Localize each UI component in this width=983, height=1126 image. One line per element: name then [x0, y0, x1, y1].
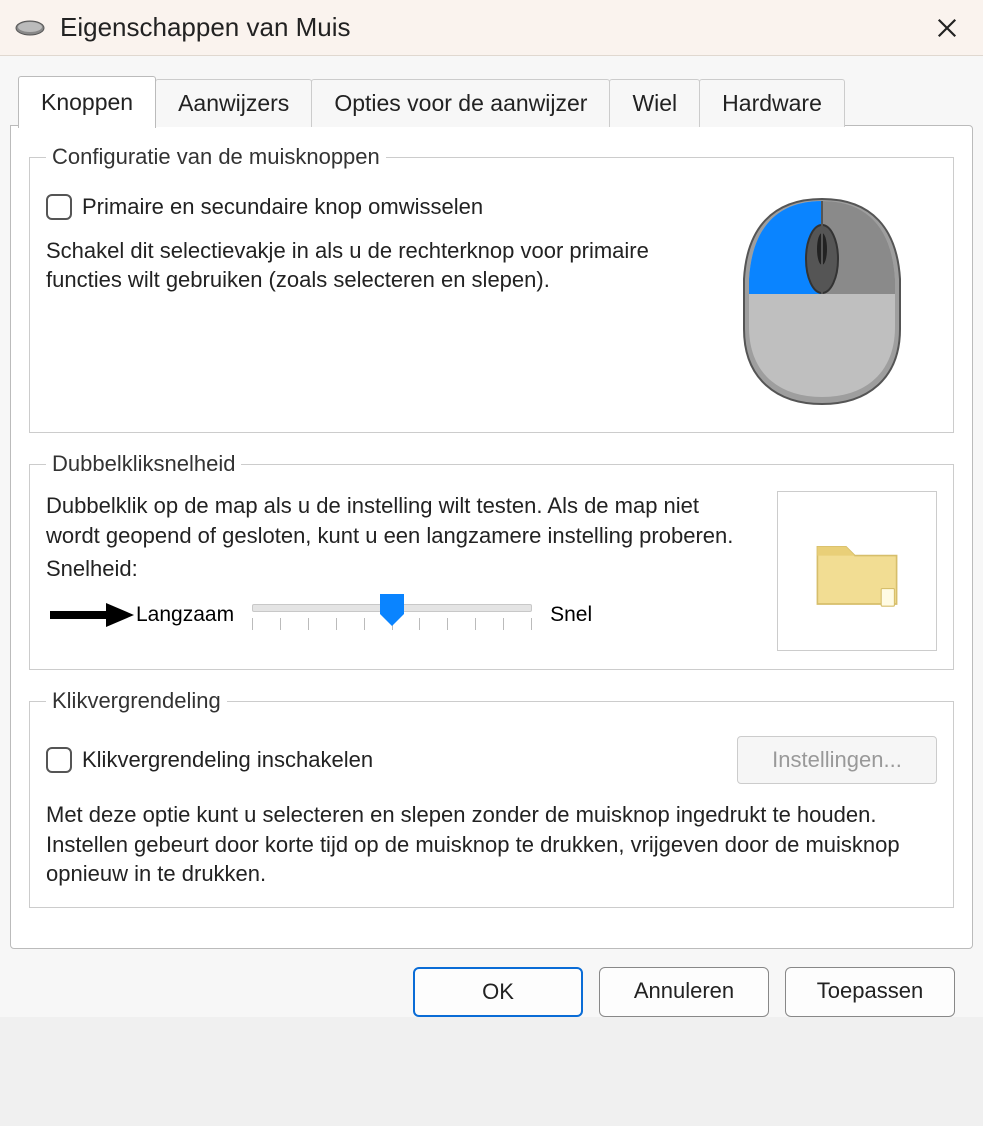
speed-label: Snelheid: [46, 556, 747, 582]
mouse-icon [14, 18, 46, 38]
doubleclick-test-folder[interactable] [777, 491, 937, 651]
tab-aanwijzers[interactable]: Aanwijzers [155, 79, 312, 127]
tab-wiel[interactable]: Wiel [609, 79, 700, 127]
folder-icon [802, 516, 912, 626]
group-doubleclick-legend: Dubbelkliksnelheid [46, 451, 241, 477]
doubleclick-speed-slider[interactable] [252, 590, 532, 640]
swap-buttons-checkbox[interactable] [46, 194, 72, 220]
group-button-config-legend: Configuratie van de muisknoppen [46, 144, 386, 170]
swap-buttons-label: Primaire en secundaire knop omwisselen [82, 192, 483, 222]
tab-knoppen[interactable]: Knoppen [18, 76, 156, 128]
slider-slow-label: Langzaam [136, 603, 234, 627]
annotation-arrow [46, 601, 136, 629]
group-clicklock: Klikvergrendeling Klikvergrendeling insc… [29, 688, 954, 908]
mouse-illustration [707, 184, 937, 414]
tab-panel-knoppen: Configuratie van de muisknoppen Primaire… [10, 125, 973, 949]
close-icon [936, 17, 958, 39]
clicklock-description: Met deze optie kunt u selecteren en slep… [46, 800, 937, 889]
window-title: Eigenschappen van Muis [60, 12, 925, 43]
tab-hardware[interactable]: Hardware [699, 79, 845, 127]
clicklock-settings-button: Instellingen... [737, 736, 937, 784]
clicklock-checkbox[interactable] [46, 747, 72, 773]
doubleclick-description: Dubbelklik op de map als u de instelling… [46, 491, 747, 550]
slider-thumb-icon [378, 594, 406, 626]
cancel-button[interactable]: Annuleren [599, 967, 769, 1017]
clicklock-label: Klikvergrendeling inschakelen [82, 745, 373, 775]
group-clicklock-legend: Klikvergrendeling [46, 688, 227, 714]
ok-button[interactable]: OK [413, 967, 583, 1017]
slider-fast-label: Snel [550, 603, 592, 627]
apply-button[interactable]: Toepassen [785, 967, 955, 1017]
title-bar: Eigenschappen van Muis [0, 0, 983, 56]
group-doubleclick-speed: Dubbelkliksnelheid Dubbelklik op de map … [29, 451, 954, 670]
dialog-footer: OK Annuleren Toepassen [10, 949, 973, 1017]
arrow-right-icon [46, 601, 136, 629]
swap-buttons-description: Schakel dit selectievakje in als u de re… [46, 236, 697, 295]
tab-opties-aanwijzer[interactable]: Opties voor de aanwijzer [311, 79, 610, 127]
close-button[interactable] [925, 6, 969, 50]
tab-strip: Knoppen Aanwijzers Opties voor de aanwij… [10, 74, 973, 126]
group-button-config: Configuratie van de muisknoppen Primaire… [29, 144, 954, 433]
